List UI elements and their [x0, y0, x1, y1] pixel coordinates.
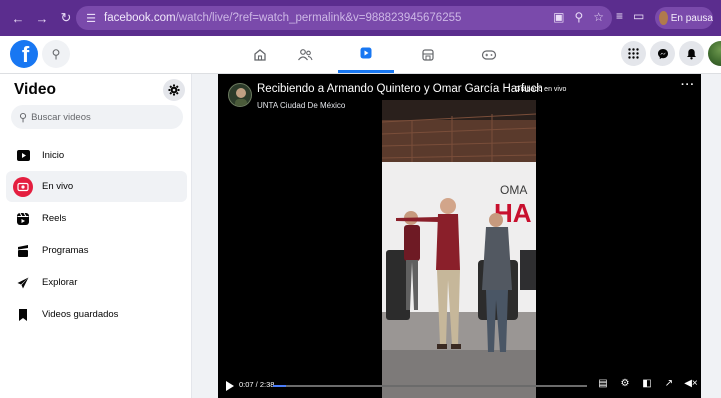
- live-icon: [13, 176, 33, 197]
- forward-arrow-icon[interactable]: →: [32, 8, 52, 28]
- player-controls: 0:07 / 2:38 ▤ ⚙ ◧ ↗ ◀×: [218, 374, 701, 398]
- messenger-glyph: [657, 48, 668, 59]
- sidebar-item-en-vivo[interactable]: En vivo: [6, 171, 187, 202]
- sidebar-item-label: Programas: [42, 245, 89, 256]
- marketplace-icon: [422, 48, 434, 61]
- sidebar-item-explorar[interactable]: Explorar: [6, 267, 187, 298]
- home-icon: [254, 48, 266, 61]
- search-icon: ⚲: [19, 111, 28, 124]
- tab-friends[interactable]: [277, 36, 333, 73]
- video-title[interactable]: Recibiendo a Armando Quintero y Omar Gar…: [257, 83, 543, 95]
- bell-glyph: [687, 48, 696, 59]
- settings-gear-icon[interactable]: [163, 79, 185, 101]
- profile-status-label: En pausa: [670, 12, 713, 24]
- friends-icon: [298, 48, 313, 60]
- site-settings-icon[interactable]: ☰: [82, 12, 100, 25]
- back-arrow-icon[interactable]: ←: [8, 8, 28, 28]
- address-bar[interactable]: ☰ facebook.com/watch/live/?ref=watch_per…: [76, 6, 612, 30]
- bell-icon[interactable]: [679, 41, 704, 66]
- explore-icon: [13, 273, 33, 293]
- sidebar-item-label: Inicio: [42, 150, 65, 161]
- progress-bar[interactable]: [273, 385, 587, 387]
- video-player[interactable]: OMA HA Recibiendo a Armando Quintero y O…: [218, 74, 701, 398]
- sidebar-item-label: Reels: [42, 213, 67, 224]
- channel-avatar-image: [235, 88, 247, 106]
- video-search-input[interactable]: [31, 111, 172, 123]
- side-panel-icon[interactable]: ▭: [633, 9, 644, 23]
- reload-icon[interactable]: ↻: [56, 8, 76, 28]
- sidebar-item-label: Explorar: [42, 277, 78, 288]
- tab-video[interactable]: [338, 36, 394, 73]
- page-right-gutter: [701, 74, 721, 398]
- reading-list-icon[interactable]: ≡: [616, 9, 623, 23]
- video-search[interactable]: ⚲: [11, 105, 183, 129]
- sidebar-item-reels[interactable]: Reels: [6, 203, 187, 234]
- menu-grid-icon[interactable]: [621, 41, 646, 66]
- fullscreen-icon[interactable]: ↗: [662, 378, 676, 389]
- video-icon: [360, 47, 372, 59]
- tab-marketplace[interactable]: [400, 36, 456, 73]
- browser-toolbar: ← → ↻ ☰ facebook.com/watch/live/?ref=wat…: [0, 0, 721, 36]
- gaming-icon: [481, 49, 497, 60]
- logo-letter: f: [21, 42, 30, 67]
- zoom-icon[interactable]: ⚲: [574, 10, 583, 24]
- recorded-live-label: Grabado en vivo: [515, 86, 567, 93]
- profile-avatar[interactable]: [708, 41, 721, 66]
- playback-time: 0:07 / 2:38: [239, 380, 275, 389]
- gear-glyph: [168, 84, 180, 96]
- profile-paused-chip[interactable]: En pausa: [655, 7, 713, 29]
- pip-icon[interactable]: ◧: [640, 378, 654, 389]
- tab-gaming[interactable]: [461, 36, 517, 73]
- video-frame-image: OMA HA: [382, 100, 536, 398]
- sidebar-item-inicio[interactable]: Inicio: [6, 140, 187, 171]
- sidebar-item-videos-guardados[interactable]: Videos guardados: [6, 299, 187, 330]
- address-url[interactable]: facebook.com/watch/live/?ref=watch_perma…: [104, 12, 461, 24]
- captions-icon[interactable]: ▤: [596, 378, 610, 389]
- channel-name[interactable]: UNTA Ciudad De México: [257, 101, 345, 110]
- shows-icon: [13, 241, 33, 261]
- video-sidebar: Video ⚲ Inicio En vivo Reels Programas: [0, 74, 192, 398]
- sidebar-item-programas[interactable]: Programas: [6, 235, 187, 266]
- url-host: facebook.com: [104, 12, 176, 24]
- backdrop-text: OMA: [500, 183, 527, 197]
- bookmark-star-icon[interactable]: ☆: [593, 10, 604, 24]
- facebook-header: f ⚲: [0, 36, 721, 74]
- progress-fill: [273, 385, 286, 387]
- watch-home-icon: [13, 146, 33, 166]
- sidebar-title: Video: [14, 81, 56, 98]
- sidebar-item-label: Videos guardados: [42, 309, 119, 320]
- messenger-icon[interactable]: [650, 41, 675, 66]
- play-icon[interactable]: [226, 381, 234, 391]
- install-app-icon[interactable]: ▣: [553, 10, 564, 24]
- reels-icon: [13, 209, 33, 229]
- menu-grid-glyph: [628, 48, 639, 59]
- facebook-logo[interactable]: f: [10, 40, 38, 68]
- channel-avatar[interactable]: [228, 83, 252, 107]
- sidebar-item-label: En vivo: [42, 181, 74, 192]
- url-path: /watch/live/?ref=watch_permalink&v=98882…: [175, 12, 462, 24]
- settings-icon[interactable]: ⚙: [618, 378, 632, 389]
- saved-bookmark-icon: [13, 305, 33, 325]
- video-frame[interactable]: OMA HA: [382, 100, 536, 398]
- volume-muted-icon[interactable]: ◀×: [684, 378, 698, 389]
- more-options-icon[interactable]: ···: [681, 79, 695, 91]
- profile-avatar-small: [659, 11, 668, 25]
- search-icon[interactable]: ⚲: [42, 40, 70, 68]
